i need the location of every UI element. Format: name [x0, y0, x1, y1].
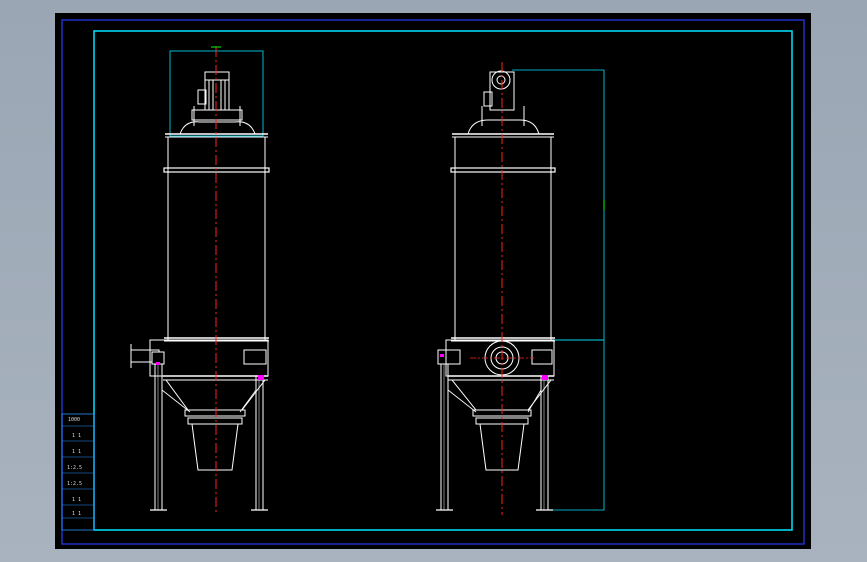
title-row-4: 1:2.5: [67, 465, 82, 471]
title-row-1: 1000: [68, 417, 80, 423]
drawing-canvas: 1000 1 1 1 1 1:2.5 1:2.5 1 1 1 1: [55, 13, 811, 549]
title-row-5: 1:2.5: [67, 481, 82, 487]
cad-viewport: 1000 1 1 1 1 1:2.5 1:2.5 1 1 1 1: [0, 0, 867, 562]
title-row-7: 1 1: [72, 511, 81, 517]
title-row-3: 1 1: [72, 449, 81, 455]
title-row-2: 1 1: [72, 433, 81, 439]
title-row-6: 1 1: [72, 497, 81, 503]
